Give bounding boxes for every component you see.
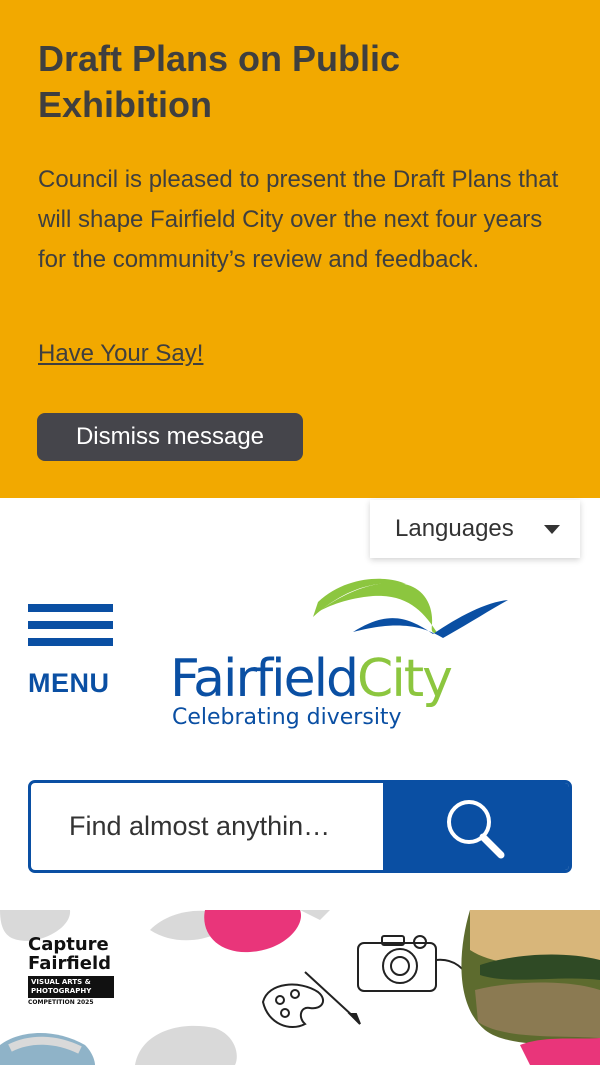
- hamburger-bar: [28, 638, 113, 646]
- fairfield-city-logo[interactable]: FairfieldCity Celebrating diversity: [168, 572, 518, 737]
- menu-label: MENU: [28, 668, 110, 698]
- dismiss-message-button[interactable]: Dismiss message: [37, 413, 303, 461]
- notice-title: Draft Plans on Public Exhibition: [38, 38, 401, 125]
- chevron-down-icon: [544, 525, 560, 534]
- languages-dropdown[interactable]: Languages: [370, 500, 580, 558]
- logo-tagline: Celebrating diversity: [172, 705, 402, 730]
- hamburger-icon: [28, 604, 113, 612]
- banner-line3: VISUAL ARTS &: [31, 978, 91, 986]
- camera-icon: [357, 935, 471, 992]
- banner-line4: PHOTOGRAPHY: [31, 987, 92, 995]
- languages-label: Languages: [395, 515, 514, 542]
- banner-line2: Fairfield: [28, 953, 112, 974]
- banner-title: Capture Fairfield VISUAL ARTS & PHOTOGRA…: [28, 935, 128, 1008]
- have-your-say-link[interactable]: Have Your Say!: [38, 337, 203, 371]
- search-input[interactable]: [31, 783, 386, 870]
- logo-wordmark: FairfieldCity: [170, 649, 452, 709]
- palette-icon: [261, 971, 361, 1029]
- notice-body: Council is pleased to present the Draft …: [38, 166, 559, 273]
- public-exhibition-notice: Draft Plans on Public Exhibition Council…: [0, 0, 600, 498]
- search-button[interactable]: [383, 783, 569, 870]
- search-icon: [447, 800, 505, 859]
- menu-button[interactable]: MENU: [28, 604, 116, 700]
- banner-line1: Capture: [28, 934, 109, 955]
- banner-line5: COMPETITION 2025: [28, 999, 94, 1006]
- banner-badge: VISUAL ARTS & PHOTOGRAPHY: [28, 976, 114, 998]
- capture-fairfield-banner[interactable]: Capture Fairfield VISUAL ARTS & PHOTOGRA…: [0, 910, 600, 1065]
- site-search: [28, 780, 572, 873]
- hamburger-bar: [28, 621, 113, 629]
